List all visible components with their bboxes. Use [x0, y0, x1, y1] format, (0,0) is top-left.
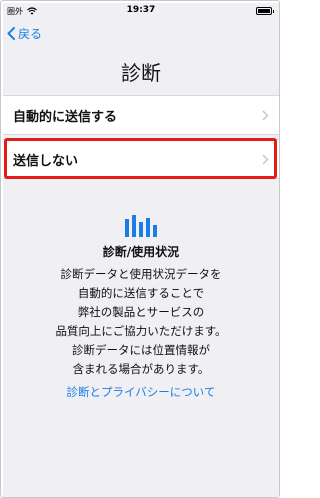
option-dont-send[interactable]: 送信しない	[3, 139, 279, 179]
info-line: 診断データと使用状況データを	[60, 267, 222, 281]
info-line: 自動的に送信することで	[77, 286, 205, 300]
info-line: 弊社の製品とサービスの	[77, 305, 205, 319]
privacy-link[interactable]: 診断とプライバシーについて	[3, 384, 279, 400]
option-auto-send[interactable]: 自動的に送信する	[3, 95, 279, 135]
info-title: 診断/使用状況	[102, 245, 180, 259]
page-title: 診断	[121, 61, 161, 85]
back-label: 戻る	[18, 27, 43, 41]
option-label: 自動的に送信する	[13, 109, 118, 125]
screen: 圏外 19:37 戻る 診断 自動的に送信する 送信しない 診断/使用状況 診断…	[3, 3, 279, 497]
info-line: 品質向上にご協力いただけます。	[55, 324, 227, 338]
status-bar: 圏外 19:37	[3, 3, 279, 19]
back-button[interactable]: 戻る	[7, 25, 42, 42]
info-line: 診断データには位置情報が	[72, 343, 210, 357]
chevron-left-icon	[7, 27, 15, 40]
status-time: 19:37	[126, 5, 156, 15]
device-frame: 圏外 19:37 戻る 診断 自動的に送信する 送信しない 診断/使用状況 診断…	[0, 0, 280, 498]
info-description: 診断データと使用状況データを 自動的に送信することで 弊社の製品とサービスの 品…	[3, 265, 279, 379]
info-line: 含まれる場合があります。	[72, 362, 210, 376]
battery-icon	[255, 7, 274, 15]
chevron-right-icon	[262, 110, 269, 121]
option-label: 送信しない	[13, 153, 79, 169]
bar-chart-icon	[125, 215, 157, 237]
chevron-right-icon	[262, 154, 269, 165]
